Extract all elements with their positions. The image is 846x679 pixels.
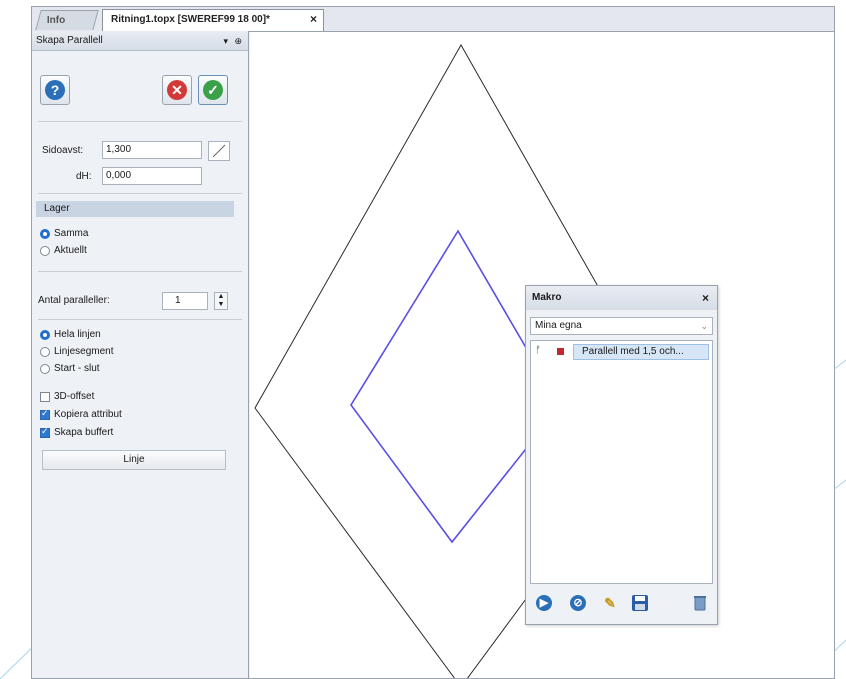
list-item[interactable]: ᚠ Parallell med 1,5 och...	[531, 344, 712, 360]
save-button[interactable]	[630, 593, 650, 613]
line-type-button[interactable]: Linje	[42, 450, 226, 470]
checkbox-skapa-buffert[interactable]	[40, 426, 50, 438]
tab-info[interactable]: Info	[35, 10, 99, 30]
radio-samma-label[interactable]: Samma	[54, 228, 88, 239]
ok-icon: ✓	[203, 80, 223, 100]
macro-item-label[interactable]: Parallell med 1,5 och...	[573, 344, 709, 360]
divider	[38, 319, 242, 320]
dh-label: dH:	[76, 171, 92, 182]
panel-title: Skapa Parallell ▾ ⊕	[32, 31, 248, 51]
radio-linjesegment-label[interactable]: Linjesegment	[54, 346, 113, 357]
close-icon[interactable]: ×	[310, 10, 317, 29]
divider	[38, 193, 242, 194]
radio-start-slut[interactable]	[40, 364, 50, 374]
document-tab-strip: Info Ritning1.topx [SWEREF99 18 00]* ×	[32, 7, 834, 32]
checkbox-skapa-buffert-label[interactable]: Skapa buffert	[54, 427, 113, 438]
lager-header: Lager	[36, 201, 234, 217]
makro-title: Makro ×	[526, 286, 717, 310]
tab-drawing[interactable]: Ritning1.topx [SWEREF99 18 00]* ×	[102, 9, 324, 31]
dh-input[interactable]: 0,000	[102, 167, 202, 185]
radio-samma[interactable]	[40, 229, 50, 239]
pencil-icon: ✎	[604, 595, 616, 611]
tab-drawing-label: Ritning1.topx [SWEREF99 18 00]*	[111, 14, 270, 25]
checkbox-kopiera-attribut[interactable]	[40, 408, 50, 420]
parallel-panel: Skapa Parallell ▾ ⊕ ? ✕ ✓ Sidoavst: 1,30…	[32, 31, 249, 678]
pin-icon[interactable]: ⊕	[234, 31, 242, 51]
edit-button[interactable]: ✎	[600, 593, 620, 613]
play-icon: ▶	[536, 595, 552, 611]
divider	[38, 121, 242, 122]
radio-aktuellt-label[interactable]: Aktuellt	[54, 245, 87, 256]
stop-button[interactable]: ⊘	[568, 593, 588, 613]
macro-icon: ᚠ	[535, 345, 541, 356]
radio-hela-linjen[interactable]	[40, 330, 50, 340]
radio-aktuellt[interactable]	[40, 246, 50, 256]
stop-marker-icon	[557, 348, 564, 355]
sidoavstand-label: Sidoavst:	[42, 145, 84, 156]
stop-icon: ⊘	[570, 595, 586, 611]
makro-list: ᚠ Parallell med 1,5 och...	[530, 340, 713, 584]
help-button[interactable]: ?	[40, 75, 70, 105]
trash-icon	[694, 596, 706, 611]
delete-button[interactable]	[690, 593, 710, 613]
radio-linjesegment[interactable]	[40, 347, 50, 357]
antal-spinner[interactable]: ▲ ▼	[214, 292, 228, 310]
help-icon: ?	[45, 80, 65, 100]
pick-distance-icon[interactable]	[208, 141, 230, 161]
makro-category-select[interactable]: Mina egna ⌄	[530, 317, 713, 335]
chevron-down-icon: ⌄	[700, 321, 708, 331]
sidoavstand-input[interactable]: 1,300	[102, 141, 202, 159]
antal-input[interactable]: 1	[162, 292, 208, 310]
antal-label: Antal paralleller:	[38, 295, 110, 306]
cancel-button[interactable]: ✕	[162, 75, 192, 105]
checkbox-3d-offset-label[interactable]: 3D-offset	[54, 391, 94, 402]
checkbox-3d-offset[interactable]	[40, 392, 50, 402]
checkbox-kopiera-attribut-label[interactable]: Kopiera attribut	[54, 409, 122, 420]
makro-window: Makro × Mina egna ⌄ ᚠ Parallell med 1,5 …	[525, 285, 718, 625]
panel-menu-icon[interactable]: ▾	[223, 31, 228, 51]
divider	[38, 271, 242, 272]
radio-start-slut-label[interactable]: Start - slut	[54, 363, 100, 374]
ok-button[interactable]: ✓	[198, 75, 228, 105]
save-icon	[632, 595, 648, 611]
cancel-icon: ✕	[167, 80, 187, 100]
play-button[interactable]: ▶	[534, 593, 554, 613]
close-icon[interactable]: ×	[702, 286, 709, 310]
radio-hela-linjen-label[interactable]: Hela linjen	[54, 329, 101, 340]
